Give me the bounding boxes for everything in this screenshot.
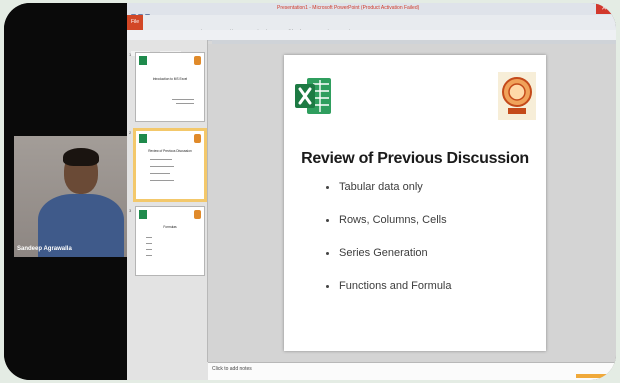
thumbnail-bullet-line: [150, 166, 174, 167]
thumbnail-title: Formulas: [163, 225, 177, 229]
slide-thumbnail-1[interactable]: Introduction to MS Excel: [135, 52, 205, 122]
slide-title: Review of Previous Discussion: [301, 150, 529, 167]
thumbnail-bullet-line: [150, 180, 174, 181]
emblem-icon: [502, 77, 532, 114]
thumbnail-text-line: [146, 237, 152, 238]
screenshot-frame: Sandeep Agrawalla Presentation1 - Micros…: [4, 3, 616, 380]
thumbnail-bullet-line: [150, 173, 170, 174]
slide-canvas[interactable]: Review of Previous Discussion Tabular da…: [208, 44, 616, 362]
powerpoint-window: Presentation1 - Microsoft PowerPoint (Pr…: [127, 3, 616, 380]
participant-hair: [63, 148, 99, 166]
slide-thumbnail-3[interactable]: Formulas: [135, 206, 205, 276]
current-slide[interactable]: Review of Previous Discussion Tabular da…: [284, 55, 546, 351]
bullet-dot: [326, 251, 329, 255]
thumbnail-text-line: [146, 249, 152, 250]
thumbnail-number: 2: [129, 130, 132, 135]
participant-video-tile[interactable]: Sandeep Agrawalla: [14, 136, 127, 257]
bullet-item: Series Generation: [326, 247, 452, 280]
bullet-text: Series Generation: [339, 247, 428, 259]
window-title: Presentation1 - Microsoft PowerPoint (Pr…: [277, 5, 420, 11]
slide-thumbnail-pane: Slides Outline 1 Introduction to MS Exce…: [127, 40, 208, 362]
bullet-item: Rows, Columns, Cells: [326, 214, 452, 247]
thumbnail-text-line: [176, 103, 194, 104]
bullet-dot: [326, 185, 329, 189]
logo-icon: [194, 210, 201, 219]
logo-icon: [194, 56, 201, 65]
excel-icon: [295, 78, 331, 114]
institution-logo: [498, 72, 536, 120]
excel-icon: [139, 56, 147, 65]
close-window-button[interactable]: ✕: [596, 4, 612, 14]
participant-name: Sandeep Agrawalla: [17, 246, 72, 252]
bullet-text: Functions and Formula: [339, 280, 452, 292]
bullet-text: Tabular data only: [339, 181, 423, 193]
bullet-dot: [326, 218, 329, 222]
quick-access-toolbar: [131, 6, 167, 19]
slide-thumbnail-2[interactable]: Review of Previous Discussion: [133, 128, 207, 202]
thumbnail-text-line: [172, 99, 194, 100]
thumbnail-number: 1: [129, 52, 132, 57]
logo-icon: [194, 134, 201, 143]
notes-pane[interactable]: Click to add notes: [208, 362, 616, 380]
bullet-item: Functions and Formula: [326, 280, 452, 313]
ribbon: File Home Insert Design Transitions Anim…: [127, 15, 616, 34]
notes-placeholder: Click to add notes: [212, 366, 252, 372]
zoom-indicator[interactable]: [576, 374, 610, 378]
thumbnail-text-line: [146, 243, 152, 244]
file-tab[interactable]: File: [127, 15, 143, 30]
title-bar: Presentation1 - Microsoft PowerPoint (Pr…: [127, 3, 616, 19]
excel-icon: [139, 134, 147, 143]
thumbnail-text-line: [146, 255, 152, 256]
slide-bullet-list: Tabular data only Rows, Columns, Cells S…: [326, 181, 452, 313]
pane-tabs: Slides Outline: [131, 42, 187, 56]
thumbnail-number: 3: [129, 208, 132, 213]
status-bar: [127, 362, 208, 380]
thumbnail-title: Review of Previous Discussion: [148, 149, 192, 153]
excel-icon: [139, 210, 147, 219]
thumbnail-title: Introduction to MS Excel: [152, 77, 188, 81]
bullet-text: Rows, Columns, Cells: [339, 214, 447, 226]
video-panel: Sandeep Agrawalla: [4, 3, 127, 380]
bullet-dot: [326, 284, 329, 288]
bullet-item: Tabular data only: [326, 181, 452, 214]
thumbnail-bullet-line: [150, 159, 172, 160]
